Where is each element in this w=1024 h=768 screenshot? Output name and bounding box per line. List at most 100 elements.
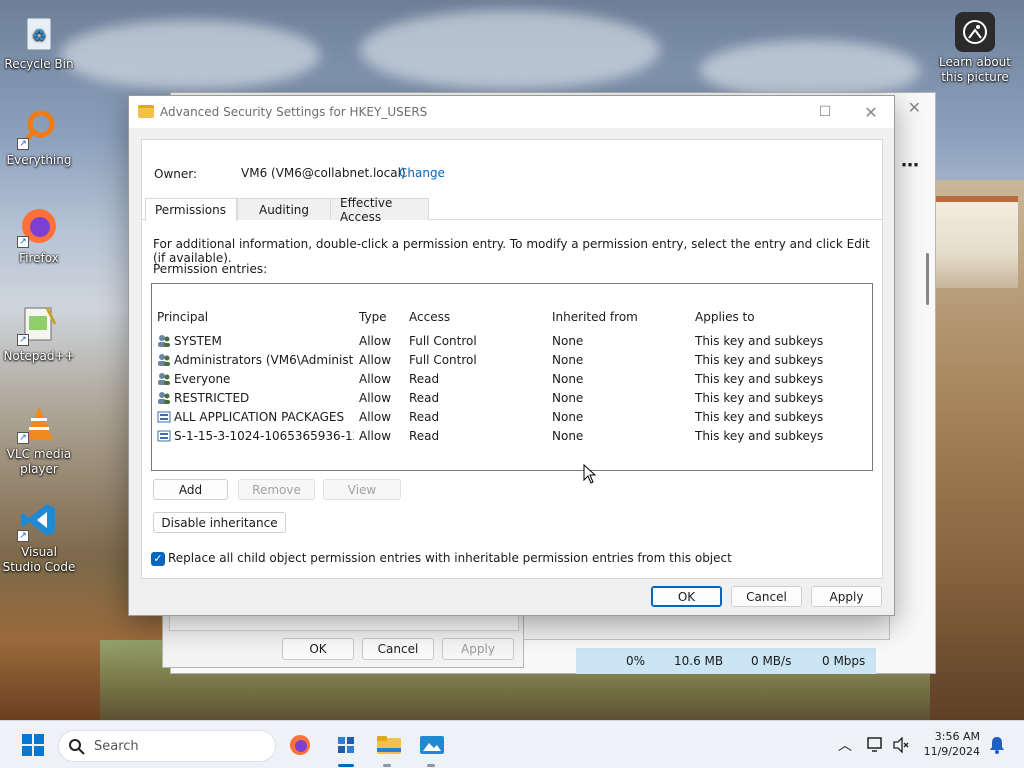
file-explorer-icon: [377, 736, 401, 754]
recycle-bin-icon: ♻: [17, 10, 61, 54]
more-options-icon[interactable]: ⋯: [901, 155, 919, 176]
applies-cell: This key and subkeys: [695, 410, 824, 424]
apply-button[interactable]: Apply: [811, 586, 882, 607]
access-cell: Full Control: [409, 334, 477, 348]
everything-search-icon: ↗: [17, 106, 61, 150]
camera-info-icon: [955, 12, 995, 52]
process-stats-row: 0% 10.6 MB 0 MB/s 0 Mbps: [576, 648, 876, 674]
list-item[interactable]: S-1-15-3-1024-1065365936-1281... Allow R…: [152, 427, 872, 446]
memory-value: 10.6 MB: [674, 654, 724, 668]
list-item[interactable]: ALL APPLICATION PACKAGES Allow Read None…: [152, 408, 872, 427]
tab-effective-access[interactable]: Effective Access: [330, 196, 429, 224]
search-placeholder: Search: [94, 739, 139, 754]
desktop-icon-recycle-bin[interactable]: ♻ Recycle Bin: [1, 10, 77, 72]
bg-ok-button[interactable]: OK: [282, 638, 354, 660]
notepad-plus-plus-icon: ↗: [17, 302, 61, 346]
close-icon[interactable]: ✕: [908, 98, 921, 117]
running-app-indicator: [383, 764, 391, 767]
search-icon: [69, 739, 85, 755]
remove-button[interactable]: Remove: [238, 479, 315, 500]
taskbar-registry-editor[interactable]: [332, 731, 360, 759]
scrollbar-thumb[interactable]: [926, 253, 929, 305]
advanced-security-dialog: Advanced Security Settings for HKEY_USER…: [128, 95, 895, 616]
list-item[interactable]: SYSTEM Allow Full Control None This key …: [152, 332, 872, 351]
add-button[interactable]: Add: [153, 479, 228, 500]
svg-text:♻: ♻: [32, 26, 46, 45]
volume-muted-icon[interactable]: [893, 737, 909, 753]
change-owner-link[interactable]: Change: [399, 166, 445, 180]
photos-icon: [420, 736, 444, 754]
app-package-icon: [157, 411, 171, 423]
learn-about-picture[interactable]: Learn about this picture: [936, 12, 1014, 85]
windows-logo-icon: [22, 734, 44, 756]
ok-button[interactable]: OK: [651, 586, 722, 607]
type-cell: Allow: [359, 334, 392, 348]
user-group-icon: [158, 335, 170, 347]
replace-child-permissions-checkbox[interactable]: ✓: [151, 552, 165, 566]
inherited-cell: None: [552, 353, 584, 367]
learn-about-label: Learn about this picture: [939, 55, 1011, 84]
column-header-inherited-from[interactable]: Inherited from: [552, 310, 638, 324]
user-group-icon: [158, 373, 170, 385]
principal-cell: Administrators (VM6\Administr...: [174, 353, 354, 367]
list-item[interactable]: RESTRICTED Allow Read None This key and …: [152, 389, 872, 408]
dialog-content: Owner: VM6 (VM6@collabnet.local) Change …: [141, 139, 883, 579]
active-app-indicator: [338, 764, 354, 767]
chevron-up-icon[interactable]: ︿: [838, 735, 852, 755]
disable-inheritance-button[interactable]: Disable inheritance: [153, 512, 286, 533]
access-cell: Read: [409, 391, 440, 405]
vscode-icon: ↗: [17, 498, 61, 542]
desktop-icon-vscode[interactable]: ↗ Visual Studio Code: [1, 498, 77, 575]
desktop-icon-label: Firefox: [19, 251, 59, 265]
principal-cell: ALL APPLICATION PACKAGES: [174, 410, 345, 424]
user-group-icon: [158, 354, 170, 366]
column-header-applies-to[interactable]: Applies to: [695, 310, 755, 324]
access-cell: Read: [409, 372, 440, 386]
desktop-icon-everything[interactable]: ↗ Everything: [1, 106, 77, 168]
system-clock[interactable]: 3:56 AM 11/9/2024: [924, 729, 980, 759]
app-package-icon: [157, 430, 171, 442]
owner-value: VM6 (VM6@collabnet.local): [241, 166, 406, 180]
type-cell: Allow: [359, 429, 392, 443]
network-value: 0 Mbps: [822, 654, 866, 668]
list-item[interactable]: Everyone Allow Read None This key and su…: [152, 370, 872, 389]
principal-cell: S-1-15-3-1024-1065365936-1281...: [174, 429, 354, 443]
maximize-icon[interactable]: ☐: [802, 96, 848, 128]
permission-entries-list[interactable]: Principal Type Access Inherited from App…: [151, 283, 873, 484]
start-button[interactable]: [19, 731, 47, 759]
dialog-title: Advanced Security Settings for HKEY_USER…: [160, 105, 428, 119]
bg-apply-button[interactable]: Apply: [442, 638, 514, 660]
cancel-button[interactable]: Cancel: [731, 586, 802, 607]
column-header-type[interactable]: Type: [359, 310, 387, 324]
taskbar: Search ︿ 3:56 AM 11/9/2024: [0, 720, 1024, 768]
desktop-icon-label: Everything: [6, 153, 72, 167]
view-button[interactable]: View: [323, 479, 401, 500]
title-bar[interactable]: Advanced Security Settings for HKEY_USER…: [129, 96, 894, 128]
list-item[interactable]: Administrators (VM6\Administr... Allow F…: [152, 351, 872, 370]
inherited-cell: None: [552, 429, 584, 443]
taskbar-photos[interactable]: [418, 731, 446, 759]
column-header-principal[interactable]: Principal: [157, 310, 337, 324]
bg-cancel-button[interactable]: Cancel: [362, 638, 434, 660]
cpu-value: 0%: [626, 654, 646, 668]
tab-permissions[interactable]: Permissions: [145, 198, 237, 221]
desktop-icon-vlc[interactable]: ↗ VLC media player: [1, 400, 77, 477]
applies-cell: This key and subkeys: [695, 372, 824, 386]
vlc-icon: ↗: [17, 400, 61, 444]
disk-value: 0 MB/s: [751, 654, 792, 668]
tab-auditing[interactable]: Auditing: [237, 198, 331, 220]
registry-editor-icon: [338, 737, 354, 753]
desktop-icon-firefox[interactable]: ↗ Firefox: [1, 204, 77, 266]
column-header-access[interactable]: Access: [409, 310, 450, 324]
taskbar-file-explorer[interactable]: [375, 731, 403, 759]
owner-label: Owner:: [154, 167, 198, 181]
desktop-icon-notepad-plus-plus[interactable]: ↗ Notepad++: [1, 302, 77, 364]
replace-child-permissions-label: Replace all child object permission entr…: [168, 551, 732, 565]
taskbar-search[interactable]: Search: [58, 730, 276, 762]
network-icon[interactable]: [867, 737, 885, 753]
applies-cell: This key and subkeys: [695, 391, 824, 405]
principal-cell: RESTRICTED: [174, 391, 250, 405]
close-icon[interactable]: ✕: [848, 96, 894, 128]
taskbar-firefox[interactable]: [286, 731, 314, 759]
notification-bell-icon[interactable]: [989, 736, 1005, 754]
